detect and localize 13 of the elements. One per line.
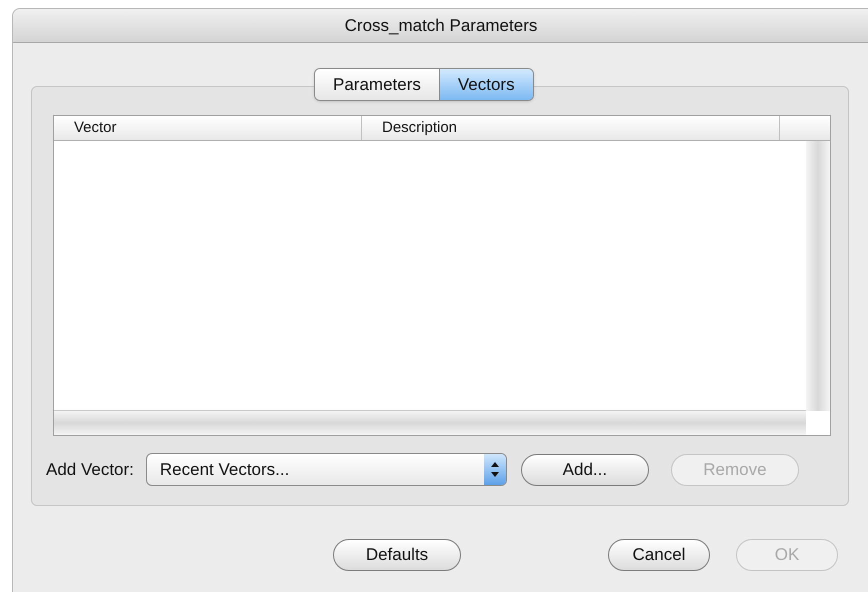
stepper-arrows-icon [484,454,506,485]
button[interactable]: Defaults [333,539,461,571]
button[interactable]: Cancel [608,539,710,571]
tab[interactable]: Parameters [315,69,439,100]
column-header[interactable]: Description [362,116,780,140]
horizontal-scrollbar[interactable] [54,410,806,435]
tab[interactable]: Vectors [438,69,533,100]
recent-vectors-popup[interactable]: Recent Vectors... [146,453,507,486]
window-title: Cross_match Parameters [344,14,538,37]
vertical-scrollbar[interactable] [806,141,830,411]
button[interactable]: Add... [520,454,649,486]
column-header[interactable]: Vector [54,116,362,140]
add-vector-label: Add Vector: [46,458,134,481]
